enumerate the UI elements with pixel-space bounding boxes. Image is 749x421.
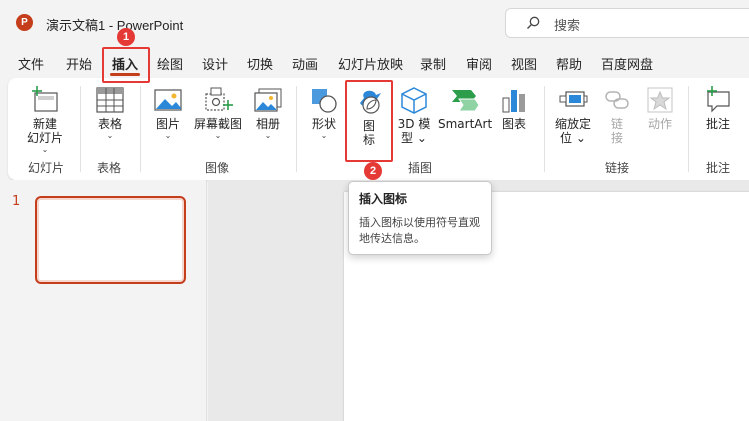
tab-help[interactable]: 帮助 — [556, 54, 582, 73]
group-label-illustrations: 插图 — [408, 161, 433, 175]
slide-thumbnail-pane: 1 — [0, 180, 207, 421]
tab-animations[interactable]: 动画 — [292, 54, 318, 73]
group-separator — [544, 86, 545, 172]
link-icon — [605, 91, 629, 109]
picture-button[interactable]: 图片 ⌄ — [148, 86, 188, 141]
zoom-button[interactable]: 缩放定 位 ⌄ — [551, 86, 595, 145]
tab-slideshow[interactable]: 幻灯片放映 — [338, 54, 403, 73]
step-badge-2: 2 — [364, 162, 382, 180]
tab-record[interactable]: 录制 — [420, 54, 446, 73]
new-slide-icon — [32, 86, 58, 112]
3d-model-button[interactable]: 3D 模 型 ⌄ — [394, 86, 434, 145]
chevron-down-icon: ⌄ — [416, 131, 427, 145]
chevron-down-icon: ⌄ — [41, 145, 49, 154]
comment-icon — [707, 86, 730, 113]
slide-thumbnail[interactable] — [35, 196, 186, 284]
photo-album-icon — [254, 88, 282, 112]
zoom-slide-icon — [559, 91, 588, 107]
highlight-insert-tab — [102, 47, 150, 83]
group-label-links: 链接 — [605, 161, 630, 175]
group-label-comments: 批注 — [706, 161, 731, 175]
screenshot-button[interactable]: 屏幕截图 ⌄ — [192, 86, 244, 141]
group-separator — [80, 86, 81, 172]
chevron-down-icon: ⌄ — [106, 131, 114, 140]
search-placeholder: 搜索 — [554, 19, 581, 34]
group-separator — [296, 86, 297, 172]
tab-file[interactable]: 文件 — [18, 54, 44, 73]
action-star-icon — [647, 87, 673, 113]
search-icon — [527, 16, 540, 29]
search-box[interactable]: 搜索 — [505, 8, 749, 38]
document-title: 演示文稿1 - PowerPoint — [46, 18, 184, 33]
powerpoint-logo-icon: P — [16, 14, 33, 31]
tab-draw[interactable]: 绘图 — [157, 54, 183, 73]
table-icon — [96, 87, 124, 113]
picture-icon — [154, 89, 182, 111]
tab-view[interactable]: 视图 — [511, 54, 537, 73]
tab-design[interactable]: 设计 — [202, 54, 228, 73]
smartart-button[interactable]: SmartArt — [438, 86, 492, 131]
shapes-icon — [312, 89, 337, 113]
cube-3d-icon — [401, 87, 427, 114]
chart-button[interactable]: 图表 — [496, 86, 532, 131]
link-button[interactable]: 链 接 — [600, 86, 634, 145]
tooltip-body: 插入图标以使用符号直观地传达信息。 — [359, 216, 480, 245]
smartart-icon — [452, 90, 479, 112]
table-button[interactable]: 表格 ⌄ — [88, 86, 132, 141]
photo-album-button[interactable]: 相册 ⌄ — [248, 86, 288, 141]
chevron-down-icon: ⌄ — [164, 131, 172, 140]
tab-home[interactable]: 开始 — [66, 54, 92, 73]
chevron-down-icon: ⌄ — [575, 131, 586, 145]
bar-chart-icon — [502, 90, 525, 113]
screenshot-icon — [205, 87, 233, 111]
group-label-slides: 幻灯片 — [28, 161, 65, 175]
action-button[interactable]: 动作 — [642, 86, 678, 131]
comment-button[interactable]: 批注 — [698, 86, 738, 131]
tab-transitions[interactable]: 切换 — [247, 54, 273, 73]
group-label-tables: 表格 — [97, 161, 122, 175]
chevron-down-icon: ⌄ — [214, 131, 222, 140]
insert-icons-tooltip: 插入图标 插入图标以使用符号直观地传达信息。 — [348, 181, 492, 255]
tooltip-title: 插入图标 — [359, 192, 408, 206]
group-separator — [688, 86, 689, 172]
title-bar: P 演示文稿1 - PowerPoint 搜索 — [0, 0, 749, 46]
slide-number: 1 — [12, 194, 21, 209]
highlight-icons-button — [345, 80, 393, 162]
chevron-down-icon: ⌄ — [320, 131, 328, 140]
new-slide-button[interactable]: 新建 幻灯片 ⌄ — [20, 86, 70, 155]
tab-review[interactable]: 审阅 — [466, 54, 492, 73]
chevron-down-icon: ⌄ — [264, 131, 272, 140]
group-label-images: 图像 — [205, 161, 230, 175]
group-separator — [140, 86, 141, 172]
tab-baidu-netdisk[interactable]: 百度网盘 — [601, 54, 653, 73]
shapes-button[interactable]: 形状 ⌄ — [304, 86, 344, 141]
step-badge-1: 1 — [117, 28, 135, 46]
